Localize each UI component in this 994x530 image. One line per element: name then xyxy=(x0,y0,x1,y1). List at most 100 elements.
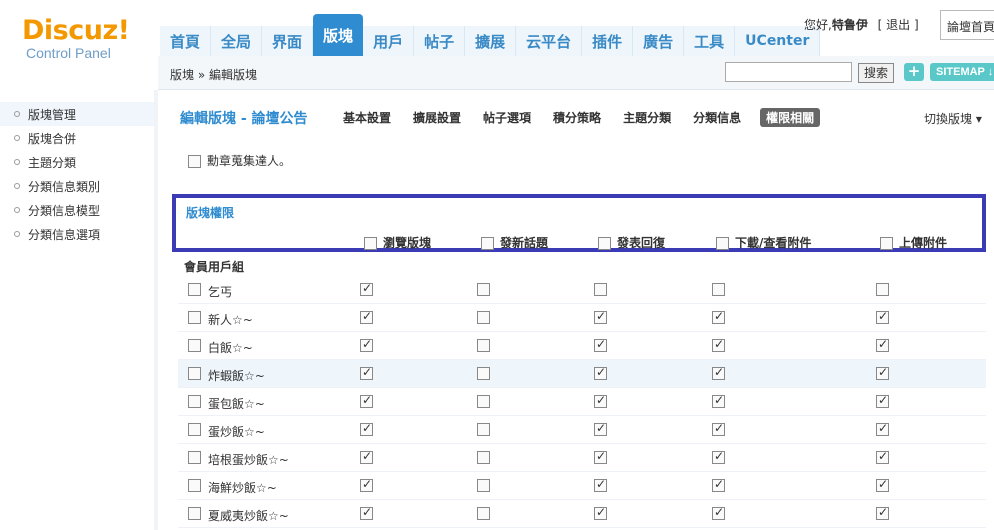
permission-checkbox[interactable] xyxy=(876,505,889,520)
permission-checkbox[interactable] xyxy=(712,365,725,380)
permission-checkbox[interactable] xyxy=(360,365,373,380)
permission-checkbox[interactable] xyxy=(594,421,607,436)
permission-checkbox[interactable] xyxy=(876,477,889,492)
select-column-checkbox[interactable] xyxy=(598,237,611,250)
permission-checkbox[interactable] xyxy=(712,477,725,492)
select-column-checkbox[interactable] xyxy=(481,237,494,250)
permission-checkbox[interactable] xyxy=(876,421,889,436)
discuz-logo[interactable]: Discuz! Control Panel xyxy=(22,15,130,61)
tab[interactable]: 主題分類 xyxy=(620,108,674,127)
tab[interactable]: 基本設置 xyxy=(340,108,394,127)
permission-checkbox[interactable] xyxy=(477,311,490,324)
permission-checkbox[interactable] xyxy=(594,449,607,464)
permission-checkbox[interactable] xyxy=(712,505,725,520)
permission-checkbox[interactable] xyxy=(876,337,889,352)
medal-checkbox[interactable] xyxy=(188,155,201,168)
select-row-checkbox[interactable] xyxy=(188,339,201,352)
nav-item[interactable]: 界面 xyxy=(262,26,314,56)
tab[interactable]: 積分策略 xyxy=(550,108,604,127)
permission-checkbox[interactable] xyxy=(876,283,889,296)
sidebar-item[interactable]: 版塊管理 xyxy=(0,102,154,126)
permission-checkbox[interactable] xyxy=(594,505,607,520)
permission-checkbox[interactable] xyxy=(594,309,607,324)
permission-checkbox[interactable] xyxy=(594,283,607,296)
select-row-checkbox[interactable] xyxy=(188,395,201,408)
tab[interactable]: 權限相關 xyxy=(760,108,821,127)
sidebar-item[interactable]: 分類信息類別 xyxy=(0,174,154,198)
permission-checkbox[interactable] xyxy=(876,365,889,380)
sidebar-item[interactable]: 分類信息選項 xyxy=(0,222,154,246)
permission-checkbox[interactable] xyxy=(876,449,889,464)
sitemap-button[interactable]: SITEMAP ↓ xyxy=(930,63,994,81)
tab[interactable]: 分類信息 xyxy=(690,108,744,127)
permission-checkbox[interactable] xyxy=(594,393,607,408)
sidebar-item[interactable]: 主題分類 xyxy=(0,150,154,174)
nav-item[interactable]: 全局 xyxy=(211,26,263,56)
search-input[interactable] xyxy=(725,62,852,82)
permission-checkbox[interactable] xyxy=(477,339,490,352)
permission-checkbox[interactable] xyxy=(360,449,373,464)
permission-checkbox[interactable] xyxy=(360,337,373,352)
select-row-checkbox[interactable] xyxy=(188,423,201,436)
permission-checkbox[interactable] xyxy=(477,507,490,520)
permission-checkbox[interactable] xyxy=(360,309,373,324)
select-column-checkbox[interactable] xyxy=(716,237,729,250)
sidebar-item[interactable]: 分類信息模型 xyxy=(0,198,154,222)
permission-checkbox[interactable] xyxy=(712,421,725,436)
switch-forum-dropdown[interactable]: 切換版塊 ▾ xyxy=(924,110,982,127)
member-group-title: 會員用戶組 xyxy=(184,260,245,274)
tab[interactable]: 帖子選項 xyxy=(480,108,534,127)
nav-item[interactable]: 版塊 xyxy=(313,14,364,56)
permission-checkbox[interactable] xyxy=(477,479,490,492)
permission-checkbox[interactable] xyxy=(360,281,373,296)
logo-main-text: Discuz! xyxy=(22,15,130,46)
logout-link[interactable]: [ 退出 ] xyxy=(878,18,919,32)
permission-checkbox[interactable] xyxy=(360,421,373,436)
select-row-checkbox[interactable] xyxy=(188,367,201,380)
permission-checkbox[interactable] xyxy=(876,393,889,408)
permission-checkbox[interactable] xyxy=(712,283,725,296)
sidebar-item-label: 分類信息選項 xyxy=(28,227,101,242)
select-column-checkbox[interactable] xyxy=(364,237,377,250)
select-column-checkbox[interactable] xyxy=(880,237,893,250)
nav-item[interactable]: 插件 xyxy=(582,26,634,56)
quick-nav-select[interactable]: 論壇首頁 xyxy=(940,10,994,40)
nav-item[interactable]: 首頁 xyxy=(160,26,212,56)
nav-item[interactable]: 廣告 xyxy=(633,26,685,56)
select-row-checkbox[interactable] xyxy=(188,479,201,492)
permission-column-headers: 瀏覽版塊 發新話題 發表回復 下載/查看附件 上傳附件 xyxy=(176,230,982,254)
permission-checkbox[interactable] xyxy=(360,505,373,520)
permission-checkbox[interactable] xyxy=(594,477,607,492)
select-row-checkbox[interactable] xyxy=(188,451,201,464)
nav-item[interactable]: 用戶 xyxy=(363,26,415,56)
nav-item[interactable]: 云平台 xyxy=(516,26,583,56)
permission-checkbox[interactable] xyxy=(594,337,607,352)
permission-checkbox[interactable] xyxy=(477,423,490,436)
tab[interactable]: 擴展設置 xyxy=(410,108,464,127)
permission-checkbox[interactable] xyxy=(477,451,490,464)
permission-checkbox[interactable] xyxy=(712,449,725,464)
permission-checkbox[interactable] xyxy=(712,393,725,408)
permission-checkbox[interactable] xyxy=(477,395,490,408)
column-header-label: 下載/查看附件 xyxy=(735,236,812,250)
nav-item[interactable]: 工具 xyxy=(684,26,736,56)
permission-section-title: 版塊權限 xyxy=(186,206,235,220)
permission-checkbox[interactable] xyxy=(360,477,373,492)
permission-checkbox[interactable] xyxy=(360,393,373,408)
search-button[interactable]: 搜索 xyxy=(858,63,894,83)
nav-item[interactable]: 帖子 xyxy=(414,26,466,56)
sidebar-item[interactable]: 版塊合併 xyxy=(0,126,154,150)
permission-checkbox[interactable] xyxy=(594,365,607,380)
select-row-checkbox[interactable] xyxy=(188,283,201,296)
permission-checkbox[interactable] xyxy=(876,309,889,324)
nav-item[interactable]: 擴展 xyxy=(465,26,517,56)
select-row-checkbox[interactable] xyxy=(188,507,201,520)
permission-checkbox[interactable] xyxy=(477,367,490,380)
add-shortcut-button[interactable]: + xyxy=(904,63,924,81)
main-nav: 首頁 全局 界面 版塊 用戶 帖子 擴展 云平台 插件 廣告 工具 UCenter xyxy=(160,14,821,56)
permission-checkbox[interactable] xyxy=(477,283,490,296)
permission-checkbox[interactable] xyxy=(712,337,725,352)
permission-checkbox[interactable] xyxy=(712,309,725,324)
breadcrumb: 版塊 » 編輯版塊 xyxy=(170,68,257,82)
select-row-checkbox[interactable] xyxy=(188,311,201,324)
